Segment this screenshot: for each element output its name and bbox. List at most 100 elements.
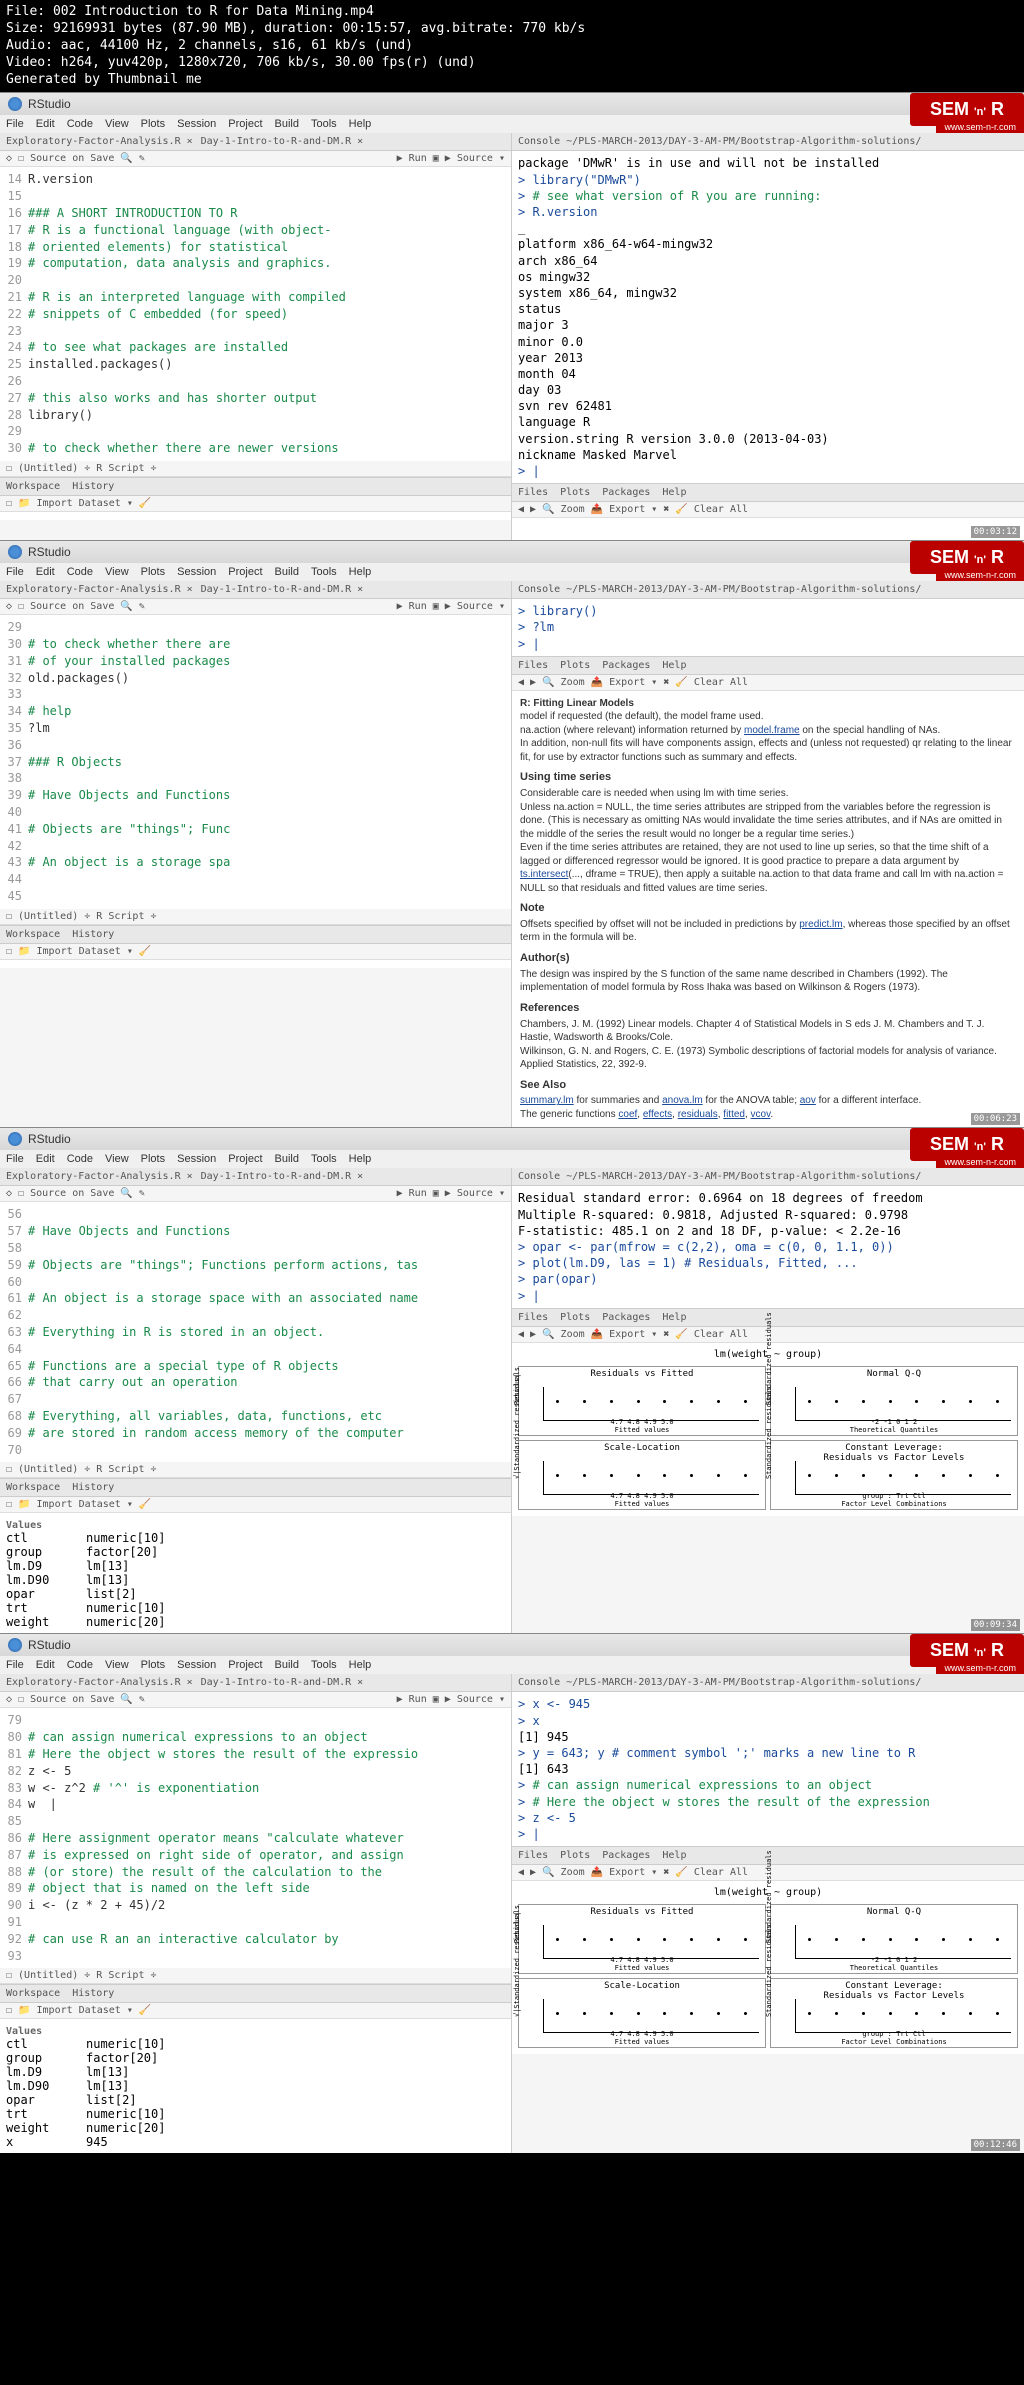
files-tab[interactable]: Packages xyxy=(602,487,650,498)
run-source-buttons[interactable]: ▶ Run ▣ ▶ Source ▾ xyxy=(397,1694,505,1705)
menu-help[interactable]: Help xyxy=(349,1659,372,1671)
files-tab[interactable]: Packages xyxy=(602,1312,650,1323)
ws-row[interactable]: x945 xyxy=(6,2135,505,2149)
workspace-toolbar[interactable]: ☐ 📁 Import Dataset ▾ 🧹 xyxy=(0,944,511,960)
ws-tab[interactable]: Workspace xyxy=(6,929,60,940)
menu-help[interactable]: Help xyxy=(349,118,372,130)
menu-plots[interactable]: Plots xyxy=(141,1153,165,1165)
menu-session[interactable]: Session xyxy=(177,566,216,578)
source-on-save[interactable]: ◇ ☐ Source on Save 🔍 ✎ xyxy=(6,153,145,164)
menu-build[interactable]: Build xyxy=(275,566,299,578)
menu-build[interactable]: Build xyxy=(275,1659,299,1671)
ws-row[interactable]: groupfactor[20] xyxy=(6,2051,505,2065)
files-tab[interactable]: Plots xyxy=(560,487,590,498)
files-tab[interactable]: Help xyxy=(662,1850,686,1861)
source-on-save[interactable]: ◇ ☐ Source on Save 🔍 ✎ xyxy=(6,1694,145,1705)
run-source-buttons[interactable]: ▶ Run ▣ ▶ Source ▾ xyxy=(397,153,505,164)
menu-edit[interactable]: Edit xyxy=(36,566,55,578)
help-pane[interactable]: R: Fitting Linear Modelsmodel if request… xyxy=(512,691,1024,1128)
menu-help[interactable]: Help xyxy=(349,1153,372,1165)
menu-edit[interactable]: Edit xyxy=(36,118,55,130)
ws-row[interactable]: groupfactor[20] xyxy=(6,1545,505,1559)
ws-row[interactable]: ctlnumeric[10] xyxy=(6,2037,505,2051)
menu-tools[interactable]: Tools xyxy=(311,1659,337,1671)
menu-view[interactable]: View xyxy=(105,1659,129,1671)
run-source-buttons[interactable]: ▶ Run ▣ ▶ Source ▾ xyxy=(397,601,505,612)
source-tab[interactable]: Exploratory-Factor-Analysis.R × xyxy=(6,1677,193,1688)
menu-file[interactable]: File xyxy=(6,1659,24,1671)
files-tab[interactable]: Plots xyxy=(560,1850,590,1861)
menu-project[interactable]: Project xyxy=(228,1659,262,1671)
workspace-toolbar[interactable]: ☐ 📁 Import Dataset ▾ 🧹 xyxy=(0,496,511,512)
ws-tab[interactable]: Workspace xyxy=(6,1988,60,1999)
files-tab[interactable]: Help xyxy=(662,1312,686,1323)
menu-file[interactable]: File xyxy=(6,566,24,578)
console[interactable]: > library()> ?lm> | xyxy=(512,599,1024,656)
menu-plots[interactable]: Plots xyxy=(141,1659,165,1671)
console[interactable]: > x <- 945> x[1] 945> y = 643; y # comme… xyxy=(512,1692,1024,1846)
ws-row[interactable]: weightnumeric[20] xyxy=(6,1615,505,1629)
menu-view[interactable]: View xyxy=(105,118,129,130)
workspace-toolbar[interactable]: ☐ 📁 Import Dataset ▾ 🧹 xyxy=(0,2003,511,2019)
files-tab[interactable]: Files xyxy=(518,1312,548,1323)
source-tab[interactable]: Exploratory-Factor-Analysis.R × xyxy=(6,584,193,595)
source-tab[interactable]: Exploratory-Factor-Analysis.R × xyxy=(6,1171,193,1182)
menu-session[interactable]: Session xyxy=(177,1153,216,1165)
files-tab[interactable]: Help xyxy=(662,660,686,671)
files-tab[interactable]: Packages xyxy=(602,660,650,671)
ws-row[interactable]: trtnumeric[10] xyxy=(6,2107,505,2121)
ws-row[interactable]: weightnumeric[20] xyxy=(6,2121,505,2135)
ws-tab[interactable]: Workspace xyxy=(6,1482,60,1493)
ws-row[interactable]: lm.D90lm[13] xyxy=(6,2079,505,2093)
console[interactable]: package 'DMwR' is in use and will not be… xyxy=(512,151,1024,483)
files-tab[interactable]: Files xyxy=(518,487,548,498)
ws-row[interactable]: oparlist[2] xyxy=(6,1587,505,1601)
menu-file[interactable]: File xyxy=(6,118,24,130)
source-tab[interactable]: Day-1-Intro-to-R-and-DM.R × xyxy=(201,1171,364,1182)
menu-session[interactable]: Session xyxy=(177,118,216,130)
files-tab[interactable]: Plots xyxy=(560,1312,590,1323)
menu-tools[interactable]: Tools xyxy=(311,566,337,578)
ws-tab[interactable]: History xyxy=(72,1482,114,1493)
ws-row[interactable]: oparlist[2] xyxy=(6,2093,505,2107)
plots-toolbar[interactable]: ◀ ▶ 🔍 Zoom 📤 Export ▾ ✖ 🧹 Clear All xyxy=(512,675,1024,691)
run-source-buttons[interactable]: ▶ Run ▣ ▶ Source ▾ xyxy=(397,1188,505,1199)
menu-tools[interactable]: Tools xyxy=(311,118,337,130)
menu-code[interactable]: Code xyxy=(67,1153,93,1165)
code-editor[interactable]: 5657# Have Objects and Functions5859# Ob… xyxy=(0,1202,511,1462)
menu-plots[interactable]: Plots xyxy=(141,566,165,578)
files-tab[interactable]: Files xyxy=(518,660,548,671)
ws-row[interactable]: lm.D9lm[13] xyxy=(6,1559,505,1573)
source-on-save[interactable]: ◇ ☐ Source on Save 🔍 ✎ xyxy=(6,601,145,612)
menu-view[interactable]: View xyxy=(105,1153,129,1165)
menu-plots[interactable]: Plots xyxy=(141,118,165,130)
menu-session[interactable]: Session xyxy=(177,1659,216,1671)
workspace-toolbar[interactable]: ☐ 📁 Import Dataset ▾ 🧹 xyxy=(0,1497,511,1513)
source-tab[interactable]: Day-1-Intro-to-R-and-DM.R × xyxy=(201,584,364,595)
menu-edit[interactable]: Edit xyxy=(36,1659,55,1671)
files-tab[interactable]: Plots xyxy=(560,660,590,671)
menu-help[interactable]: Help xyxy=(349,566,372,578)
files-tab[interactable]: Files xyxy=(518,1850,548,1861)
plots-toolbar[interactable]: ◀ ▶ 🔍 Zoom 📤 Export ▾ ✖ 🧹 Clear All xyxy=(512,502,1024,518)
ws-tab[interactable]: Workspace xyxy=(6,481,60,492)
source-tab[interactable]: Day-1-Intro-to-R-and-DM.R × xyxy=(201,1677,364,1688)
menu-code[interactable]: Code xyxy=(67,566,93,578)
console[interactable]: Residual standard error: 0.6964 on 18 de… xyxy=(512,1186,1024,1307)
code-editor[interactable]: 2930# to check whether there are31# of y… xyxy=(0,615,511,909)
ws-row[interactable]: lm.D90lm[13] xyxy=(6,1573,505,1587)
menu-file[interactable]: File xyxy=(6,1153,24,1165)
source-tab[interactable]: Exploratory-Factor-Analysis.R × xyxy=(6,136,193,147)
menu-tools[interactable]: Tools xyxy=(311,1153,337,1165)
source-on-save[interactable]: ◇ ☐ Source on Save 🔍 ✎ xyxy=(6,1188,145,1199)
menu-build[interactable]: Build xyxy=(275,118,299,130)
menu-view[interactable]: View xyxy=(105,566,129,578)
menu-edit[interactable]: Edit xyxy=(36,1153,55,1165)
ws-row[interactable]: ctlnumeric[10] xyxy=(6,1531,505,1545)
ws-tab[interactable]: History xyxy=(72,1988,114,1999)
menu-project[interactable]: Project xyxy=(228,1153,262,1165)
menu-code[interactable]: Code xyxy=(67,118,93,130)
menu-build[interactable]: Build xyxy=(275,1153,299,1165)
files-tab[interactable]: Help xyxy=(662,487,686,498)
ws-tab[interactable]: History xyxy=(72,929,114,940)
